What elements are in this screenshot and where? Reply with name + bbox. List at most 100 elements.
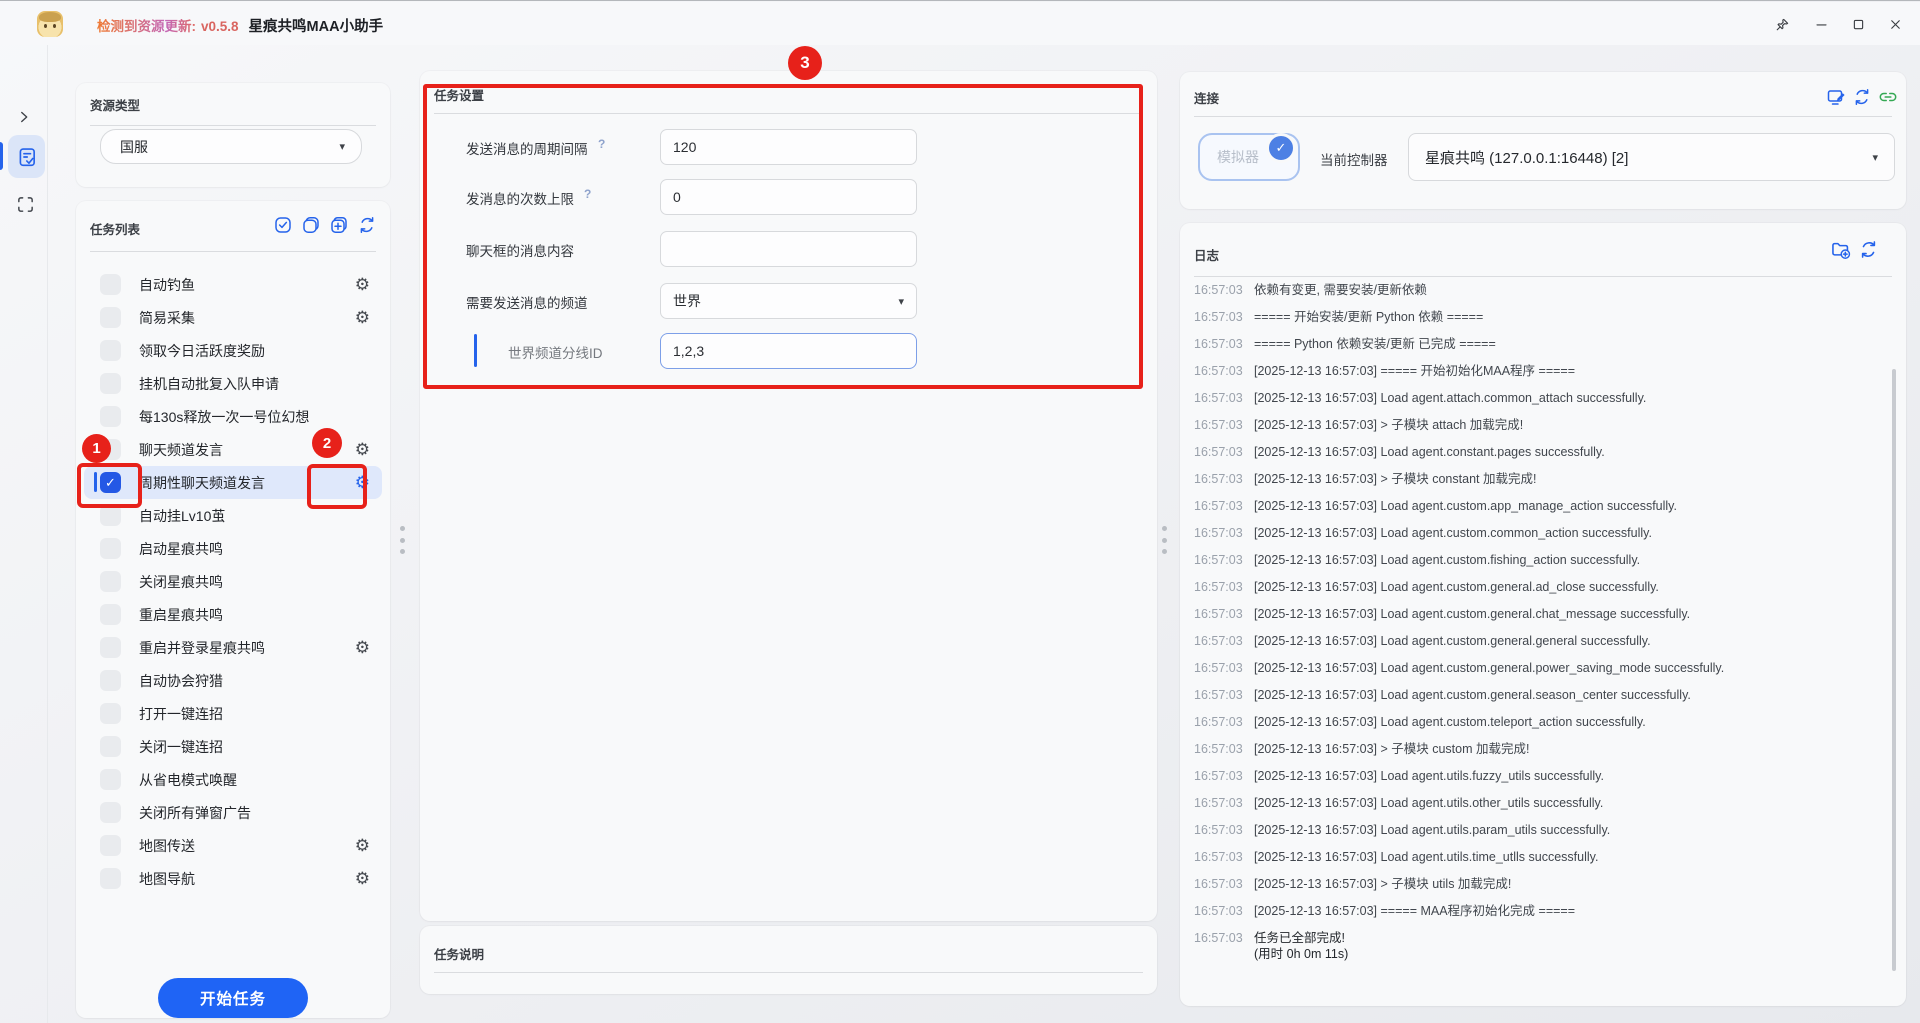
task-list-toolbar bbox=[273, 215, 377, 235]
connect-link-button[interactable] bbox=[1877, 86, 1899, 108]
edit-controller-button[interactable] bbox=[1825, 86, 1847, 108]
log-entry: 16:57:03 [2025-12-13 16:57:03] Load agen… bbox=[1194, 711, 1880, 738]
pin-icon bbox=[1775, 17, 1790, 32]
panel-resize-handle-right[interactable] bbox=[1162, 526, 1168, 554]
log-toolbar bbox=[1830, 239, 1879, 260]
task-row[interactable]: ✓ 关闭所有弹窗广告 ⚙ bbox=[84, 796, 382, 829]
log-entry: 16:57:03 [2025-12-13 16:57:03] Load agen… bbox=[1194, 630, 1880, 657]
task-row[interactable]: ✓ 打开一键连招 ⚙ bbox=[84, 697, 382, 730]
task-checkbox[interactable]: ✓ bbox=[100, 538, 121, 559]
task-settings-gear-icon[interactable]: ⚙ bbox=[355, 309, 370, 326]
log-scrollbar[interactable] bbox=[1892, 369, 1896, 971]
task-checkbox[interactable]: ✓ bbox=[100, 274, 121, 295]
log-entry: 16:57:03 [2025-12-13 16:57:03] Load agen… bbox=[1194, 549, 1880, 576]
log-entry: 16:57:03 [2025-12-13 16:57:03] Load agen… bbox=[1194, 576, 1880, 603]
task-checkbox[interactable]: ✓ bbox=[100, 505, 121, 526]
task-checkbox[interactable]: ✓ bbox=[100, 340, 121, 361]
log-timestamp: 16:57:03 bbox=[1194, 714, 1246, 730]
log-viewport[interactable]: 16:57:03 依赖有变更, 需要安装/更新依赖 16:57:03 =====… bbox=[1194, 279, 1880, 1000]
refresh-icon bbox=[1858, 239, 1879, 260]
deselect-all-button[interactable] bbox=[301, 215, 321, 235]
annotation-box-3 bbox=[423, 84, 1143, 389]
log-entry: 16:57:03 [2025-12-13 16:57:03] Load agen… bbox=[1194, 441, 1880, 468]
task-checkbox[interactable]: ✓ bbox=[100, 373, 121, 394]
task-checkbox[interactable]: ✓ bbox=[100, 571, 121, 592]
connection-panel: 连接 模拟器 ✓ 当前控制器 星痕共鸣 (127.0.0.1:16448) [2… bbox=[1180, 72, 1906, 209]
task-settings-gear-icon[interactable]: ⚙ bbox=[355, 441, 370, 458]
task-row[interactable]: ✓ 关闭星痕共鸣 ⚙ bbox=[84, 565, 382, 598]
task-row[interactable]: ✓ 挂机自动批复入队申请 ⚙ bbox=[84, 367, 382, 400]
app-window: 检测到资源更新:v0.5.8星痕共鸣MAA小助手 ⚙ 资源类型 bbox=[0, 0, 1920, 1023]
task-row[interactable]: ✓ 每130s释放一次一号位幻想 ⚙ bbox=[84, 400, 382, 433]
task-row[interactable]: ✓ 关闭一键连招 ⚙ bbox=[84, 730, 382, 763]
task-row[interactable]: ✓ 简易采集 ⚙ bbox=[84, 301, 382, 334]
log-timestamp: 16:57:03 bbox=[1194, 633, 1246, 649]
task-row[interactable]: ✓ 从省电模式唤醒 ⚙ bbox=[84, 763, 382, 796]
task-row[interactable]: ✓ 重启星痕共鸣 ⚙ bbox=[84, 598, 382, 631]
task-row[interactable]: ✓ 重启并登录星痕共鸣 ⚙ bbox=[84, 631, 382, 664]
log-message: [2025-12-13 16:57:03] Load agent.utils.o… bbox=[1254, 795, 1603, 811]
log-message: [2025-12-13 16:57:03] Load agent.utils.f… bbox=[1254, 768, 1604, 784]
rail-item-screenshot[interactable] bbox=[13, 192, 37, 216]
log-timestamp: 16:57:03 bbox=[1194, 444, 1246, 460]
close-button[interactable] bbox=[1880, 10, 1910, 38]
task-checkbox[interactable]: ✓ bbox=[100, 736, 121, 757]
app-logo bbox=[37, 11, 63, 37]
refresh-log-button[interactable] bbox=[1858, 239, 1879, 260]
log-message: [2025-12-13 16:57:03] Load agent.custom.… bbox=[1254, 498, 1677, 514]
update-notice: 检测到资源更新: bbox=[97, 19, 196, 34]
divider bbox=[90, 125, 376, 126]
rail-item-tasks[interactable] bbox=[8, 135, 45, 178]
task-settings-gear-icon[interactable]: ⚙ bbox=[355, 870, 370, 887]
panel-resize-handle-left[interactable] bbox=[400, 526, 406, 554]
expand-sidebar-button[interactable] bbox=[12, 105, 36, 129]
log-panel: 日志 16:57:03 依赖有变更, 需要安装/更新依赖 bbox=[1180, 223, 1906, 1006]
chevron-down-icon: ▾ bbox=[1872, 151, 1878, 164]
log-entry: 16:57:03 [2025-12-13 16:57:03] ===== MAA… bbox=[1194, 900, 1880, 927]
task-checkbox[interactable]: ✓ bbox=[100, 637, 121, 658]
log-entry: 16:57:03 依赖有变更, 需要安装/更新依赖 bbox=[1194, 279, 1880, 306]
maximize-icon bbox=[1851, 17, 1866, 32]
log-entry: 16:57:03 [2025-12-13 16:57:03] Load agen… bbox=[1194, 603, 1880, 630]
task-checkbox[interactable]: ✓ bbox=[100, 670, 121, 691]
select-all-button[interactable] bbox=[273, 215, 293, 235]
task-label: 重启并登录星痕共鸣 bbox=[139, 638, 355, 658]
log-message: [2025-12-13 16:57:03] > 子模块 attach 加载完成! bbox=[1254, 417, 1523, 433]
log-list: 16:57:03 依赖有变更, 需要安装/更新依赖 16:57:03 =====… bbox=[1194, 279, 1880, 971]
task-settings-gear-icon[interactable]: ⚙ bbox=[355, 276, 370, 293]
task-row[interactable]: ✓ 自动协会狩猎 ⚙ bbox=[84, 664, 382, 697]
task-row[interactable]: ✓ 领取今日活跃度奖励 ⚙ bbox=[84, 334, 382, 367]
minimize-icon bbox=[1814, 17, 1829, 32]
task-settings-gear-icon[interactable]: ⚙ bbox=[355, 837, 370, 854]
open-log-folder-button[interactable] bbox=[1830, 239, 1851, 260]
log-message: [2025-12-13 16:57:03] Load agent.custom.… bbox=[1254, 552, 1640, 568]
log-timestamp: 16:57:03 bbox=[1194, 282, 1246, 298]
task-checkbox[interactable]: ✓ bbox=[100, 868, 121, 889]
task-checkbox[interactable]: ✓ bbox=[100, 703, 121, 724]
task-checkbox[interactable]: ✓ bbox=[100, 604, 121, 625]
task-row[interactable]: ✓ 自动钓鱼 ⚙ bbox=[84, 268, 382, 301]
task-checkbox[interactable]: ✓ bbox=[100, 307, 121, 328]
task-checkbox[interactable]: ✓ bbox=[100, 406, 121, 427]
annotation-badge-3: 3 bbox=[788, 46, 822, 80]
task-row[interactable]: ✓ 地图传送 ⚙ bbox=[84, 829, 382, 862]
log-entry: 16:57:03 任务已全部完成!(用时 0h 0m 11s) bbox=[1194, 927, 1880, 971]
task-label: 地图传送 bbox=[139, 836, 355, 856]
maximize-button[interactable] bbox=[1843, 10, 1873, 38]
add-task-button[interactable] bbox=[329, 215, 349, 235]
resource-type-select[interactable]: 国服 ▾ bbox=[100, 129, 362, 164]
task-checkbox[interactable]: ✓ bbox=[100, 835, 121, 856]
log-message: [2025-12-13 16:57:03] Load agent.custom.… bbox=[1254, 525, 1652, 541]
task-checkbox[interactable]: ✓ bbox=[100, 769, 121, 790]
log-timestamp: 16:57:03 bbox=[1194, 876, 1246, 892]
pin-window-button[interactable] bbox=[1767, 10, 1797, 38]
task-row[interactable]: ✓ 地图导航 ⚙ bbox=[84, 862, 382, 895]
start-tasks-button[interactable]: 开始任务 bbox=[158, 978, 308, 1018]
task-row[interactable]: ✓ 启动星痕共鸣 ⚙ bbox=[84, 532, 382, 565]
refresh-connection-button[interactable] bbox=[1851, 86, 1873, 108]
task-checkbox[interactable]: ✓ bbox=[100, 802, 121, 823]
minimize-button[interactable] bbox=[1806, 10, 1836, 38]
refresh-tasks-button[interactable] bbox=[357, 215, 377, 235]
task-settings-gear-icon[interactable]: ⚙ bbox=[355, 639, 370, 656]
controller-select[interactable]: 星痕共鸣 (127.0.0.1:16448) [2] ▾ bbox=[1408, 133, 1895, 181]
